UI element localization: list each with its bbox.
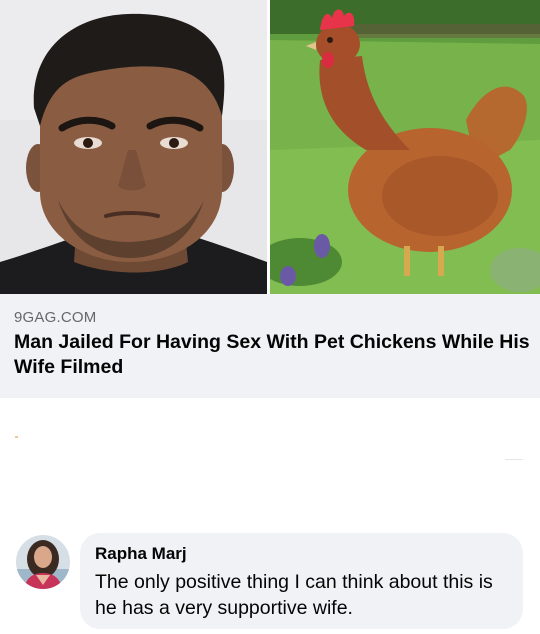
link-preview-text[interactable]: 9GAG.COM Man Jailed For Having Sex With … (14, 308, 530, 380)
chicken-photo: i (270, 0, 540, 294)
mugshot-photo (0, 0, 267, 294)
stray-mark (15, 436, 18, 438)
link-domain: 9GAG.COM (14, 309, 97, 326)
link-preview-card[interactable]: i 9GAG.COM Man Jailed For Having Sex Wit… (0, 0, 540, 398)
comment-author[interactable]: Rapha Marj (95, 543, 509, 565)
comment-bubble: Rapha Marj The only positive thing I can… (80, 533, 523, 629)
stray-mark (505, 459, 523, 460)
link-title[interactable]: Man Jailed For Having Sex With Pet Chick… (14, 330, 530, 380)
post-view: i 9GAG.COM Man Jailed For Having Sex Wit… (0, 0, 540, 634)
comment-text: The only positive thing I can think abou… (95, 571, 493, 619)
link-preview-images[interactable]: i (0, 0, 540, 294)
commenter-avatar[interactable] (16, 535, 70, 589)
